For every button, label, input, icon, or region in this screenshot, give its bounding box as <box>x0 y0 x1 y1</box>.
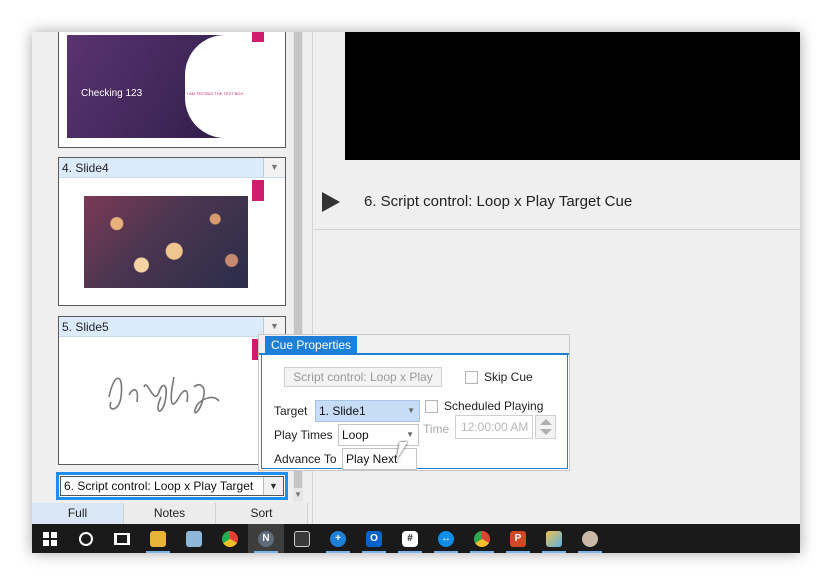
presentation-app-icon[interactable]: N <box>248 524 284 553</box>
slide-3-subtitle: I AM TESTING THE TEXT BOX <box>187 91 244 96</box>
windows-taskbar: N + O # ↔ P <box>32 524 800 553</box>
chrome-icon-2[interactable] <box>464 524 500 553</box>
chevron-down-icon: ▼ <box>407 406 415 415</box>
advance-to-label: Advance To <box>274 452 337 466</box>
calculator-icon[interactable] <box>284 524 320 553</box>
scheduled-playing-label: Scheduled Playing <box>444 399 544 413</box>
current-cue-dropdown-icon[interactable]: ▼ <box>263 477 283 495</box>
file-explorer-icon[interactable] <box>140 524 176 553</box>
app-blue-icon[interactable]: + <box>320 524 356 553</box>
slide-4-title: 4. Slide4 <box>62 161 109 175</box>
tab-full[interactable]: Full <box>32 503 124 524</box>
app-other-icon[interactable] <box>572 524 608 553</box>
cortana-icon[interactable] <box>68 524 104 553</box>
cue-properties-panel: Cue Properties Script control: Loop x Pl… <box>258 334 570 471</box>
slide-thumbnail-3: Checking 123 I AM TESTING THE TEXT BOX <box>67 35 249 138</box>
notepad-icon[interactable] <box>176 524 212 553</box>
spin-up-icon[interactable] <box>540 419 552 425</box>
scroll-down-arrow-icon[interactable]: ▼ <box>293 488 303 502</box>
slide-4-header: 4. Slide4 ▼ <box>59 158 285 178</box>
slide-thumbnail-4 <box>84 196 248 288</box>
slide-3-title: Checking 123 <box>81 88 143 99</box>
windows-start-icon[interactable] <box>32 524 68 553</box>
target-label: Target <box>274 404 308 418</box>
current-cue-selector[interactable]: 6. Script control: Loop x Play Target ▼ <box>56 472 288 500</box>
advance-to-value: Play Next <box>346 452 398 466</box>
tab-notes[interactable]: Notes <box>124 503 216 524</box>
play-times-value: Loop <box>342 428 369 442</box>
tab-sort[interactable]: Sort <box>216 503 308 524</box>
cue-properties-body: Script control: Loop x Play Skip Cue Tar… <box>261 355 568 470</box>
divider-line <box>314 229 800 230</box>
skip-cue-checkbox[interactable] <box>465 371 478 384</box>
current-cue-label: 6. Script control: Loop x Play Target <box>60 476 284 496</box>
scheduled-playing-checkbox[interactable] <box>425 400 438 413</box>
slide-card-3[interactable]: Checking 123 I AM TESTING THE TEXT BOX <box>58 32 286 148</box>
script-control-button[interactable]: Script control: Loop x Play <box>284 367 442 387</box>
teamviewer-icon[interactable]: ↔ <box>428 524 464 553</box>
play-times-label: Play Times <box>274 428 333 442</box>
target-value: 1. Slide1 <box>319 404 366 418</box>
signature-image <box>99 357 229 427</box>
slide-accent-bar <box>252 32 264 42</box>
slide-5-title: 5. Slide5 <box>62 320 109 334</box>
target-select[interactable]: 1. Slide1 ▼ <box>315 400 420 422</box>
time-spinner[interactable] <box>535 415 556 439</box>
powerpoint-icon[interactable]: P <box>500 524 536 553</box>
app-window: Checking 123 I AM TESTING THE TEXT BOX 4… <box>32 32 800 553</box>
task-view-icon[interactable] <box>104 524 140 553</box>
time-label: Time <box>423 422 450 436</box>
cue-title: 6. Script control: Loop x Play Target Cu… <box>364 193 633 210</box>
slide-5-header: 5. Slide5 ▼ <box>59 317 285 337</box>
preview-screen <box>345 32 800 160</box>
slack-icon[interactable]: # <box>392 524 428 553</box>
view-tabs: Full Notes Sort <box>32 503 308 524</box>
cue-properties-tabbar: Cue Properties <box>259 335 569 355</box>
slide-card-4[interactable]: 4. Slide4 ▼ <box>58 157 286 306</box>
slide-card-5[interactable]: 5. Slide5 ▼ <box>58 316 286 465</box>
outlook-icon[interactable]: O <box>356 524 392 553</box>
play-icon[interactable] <box>322 192 340 212</box>
chrome-icon[interactable] <box>212 524 248 553</box>
skip-cue-label: Skip Cue <box>484 370 533 384</box>
slide-accent-bar <box>252 180 264 201</box>
spin-down-icon[interactable] <box>540 429 552 435</box>
time-input[interactable]: 12:00:00 AM <box>455 415 533 439</box>
tab-cue-properties[interactable]: Cue Properties <box>265 336 358 355</box>
slide-4-dropdown-icon[interactable]: ▼ <box>263 158 285 177</box>
paint-icon[interactable] <box>536 524 572 553</box>
